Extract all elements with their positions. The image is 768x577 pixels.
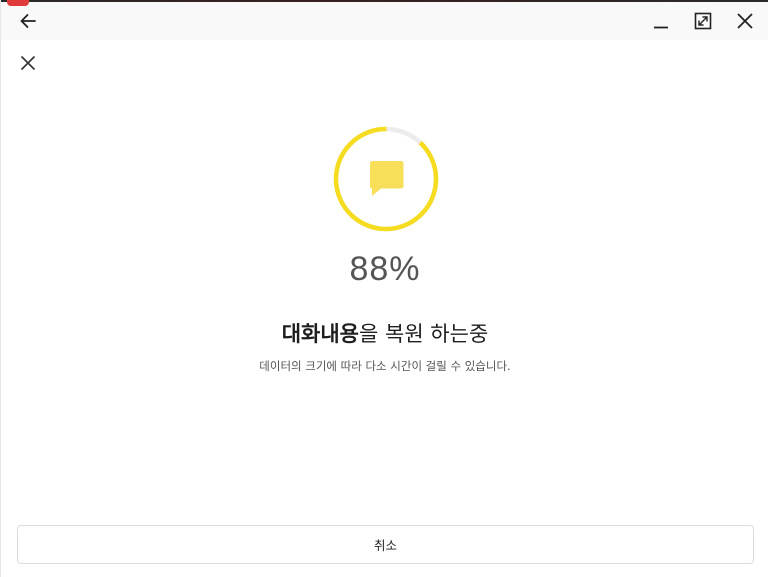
close-icon	[737, 13, 753, 29]
cancel-button[interactable]: 취소	[17, 525, 754, 564]
app-window: 88% 대화내용을 복원 하는중 데이터의 크기에 따라 다소 시간이 걸릴 수…	[0, 0, 768, 577]
title-bold: 대화내용	[281, 322, 359, 346]
close-window-button[interactable]	[732, 8, 758, 34]
chat-bubble-icon	[370, 161, 404, 196]
progress-ring	[333, 126, 439, 232]
window-top-edge	[1, 0, 768, 2]
dialog-close-button[interactable]	[15, 50, 41, 76]
maximize-icon	[694, 12, 712, 30]
title-bar	[1, 0, 768, 40]
title-rest: 을 복원 하는중	[359, 322, 489, 346]
minimize-button[interactable]	[648, 8, 674, 34]
minimize-icon	[654, 26, 668, 29]
maximize-button[interactable]	[690, 8, 716, 34]
dialog-title: 대화내용을 복원 하는중	[1, 318, 768, 348]
back-button[interactable]	[15, 8, 41, 34]
progress-percent: 88%	[349, 250, 421, 288]
corner-accent	[7, 0, 29, 6]
dialog-subtitle: 데이터의 크기에 따라 다소 시간이 걸릴 수 있습니다.	[259, 359, 511, 373]
close-icon	[20, 55, 36, 71]
arrow-left-icon	[20, 14, 36, 28]
